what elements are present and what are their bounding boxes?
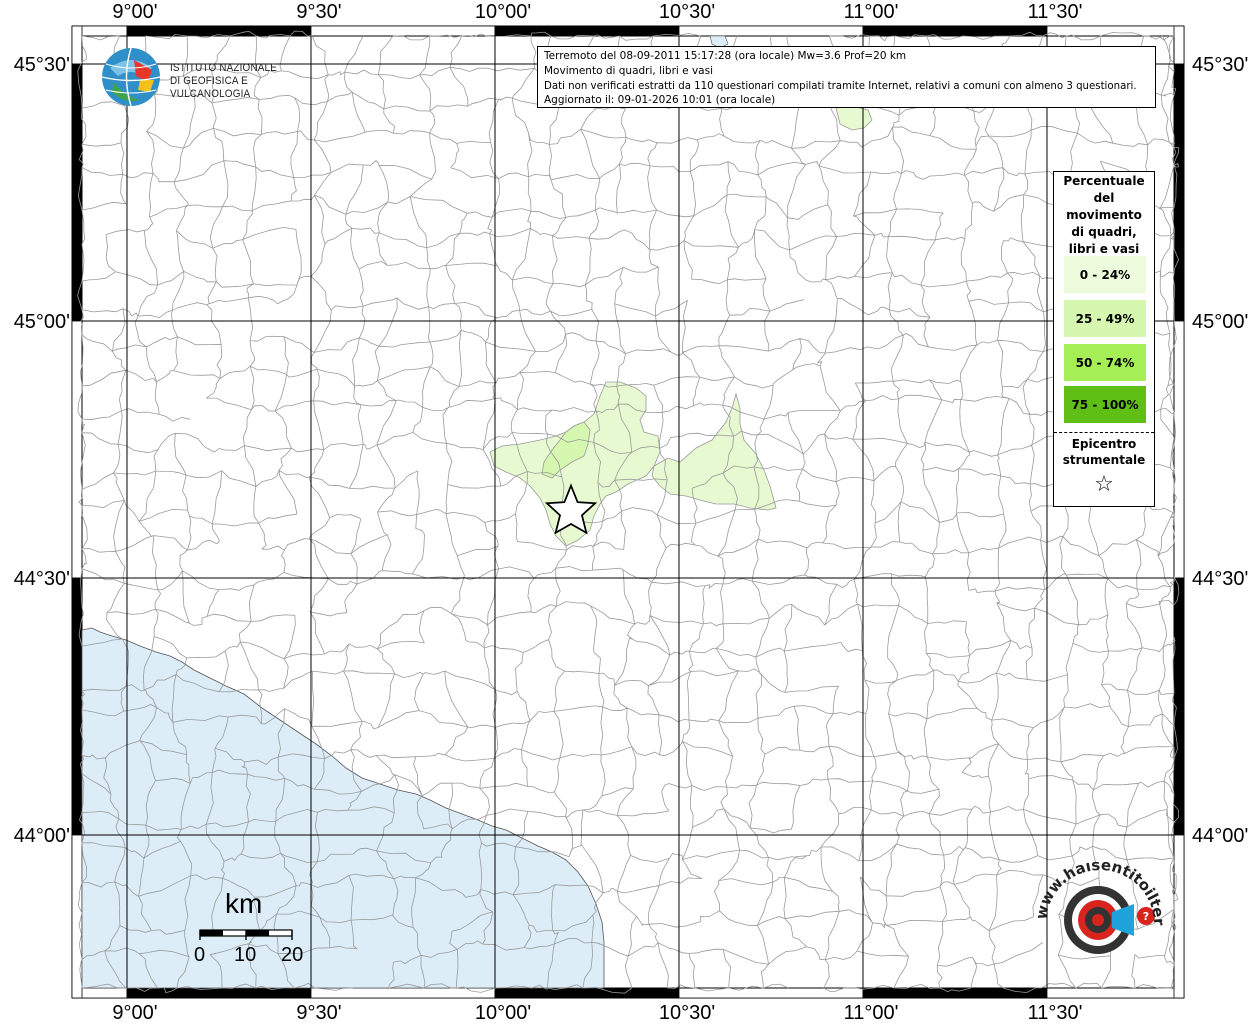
frame-bar-segment	[494, 25, 680, 37]
legend-star-icon: ☆	[1094, 472, 1114, 497]
bottom-lon-label: 10°00'	[475, 1002, 531, 1024]
frame-bar-segment	[1173, 320, 1185, 579]
legend-title-line: di quadri,	[1071, 225, 1137, 239]
top-lon-label: 11°00'	[844, 1, 899, 23]
frame-bar-segment	[1046, 25, 1185, 37]
frame-bar-segment	[1173, 25, 1185, 65]
frame-bar-segment	[71, 25, 83, 65]
frame-bar-segment	[71, 577, 83, 836]
top-lon-label: 10°00'	[475, 1, 531, 23]
bottom-lon-label: 11°00'	[844, 1002, 899, 1024]
ingv-logo-line: DI GEOFISICA E VULCANOLOGIA	[170, 75, 251, 100]
event-info-line: Aggiornato il: 09-01-2026 10:01 (ora loc…	[544, 94, 776, 106]
legend-item-25-49: 25 - 49%	[1064, 300, 1146, 337]
legend-separator	[1054, 432, 1154, 433]
legend-item-0-24: 0 - 24%	[1064, 256, 1146, 293]
legend-epicenter-label: Epicentro strumentale	[1054, 436, 1154, 468]
bottom-lon-label: 9°00'	[112, 1002, 157, 1024]
legend-epicenter-line: Epicentro	[1071, 437, 1137, 451]
scalebar-tick: 0	[194, 944, 206, 966]
ingv-logo-text: ISTITUTO NAZIONALE DI GEOFISICA E VULCAN…	[170, 62, 301, 101]
right-lat-label: 44°30'	[1192, 568, 1248, 590]
frame-bar-segment	[71, 63, 83, 322]
scalebar-tick: 10	[234, 944, 257, 966]
event-info-box: Terremoto del 08-09-2011 15:17:28 (ora l…	[537, 46, 1156, 108]
svg-text:?: ?	[1143, 910, 1149, 923]
right-lat-label: 45°00'	[1192, 311, 1248, 333]
frame-bar-segment	[1173, 63, 1185, 322]
left-lat-label: 45°30'	[14, 54, 70, 76]
legend-title-line: movimento	[1066, 208, 1142, 222]
left-lat-label: 44°30'	[14, 568, 70, 590]
event-info-line: Terremoto del 08-09-2011 15:17:28 (ora l…	[544, 50, 907, 62]
top-lon-label: 9°00'	[112, 1, 157, 23]
bottom-lon-label: 10°30'	[659, 1002, 715, 1024]
legend-item-50-74: 50 - 74%	[1064, 344, 1146, 381]
legend: Percentuale del movimento di quadri, lib…	[1053, 171, 1155, 507]
right-lat-label: 45°30'	[1192, 54, 1248, 76]
frame-bar-segment	[862, 25, 1048, 37]
right-lat-label: 44°00'	[1192, 825, 1248, 847]
left-lat-label: 45°00'	[14, 311, 70, 333]
top-lon-label: 11°30'	[1028, 1, 1083, 23]
hsi-logo: ? www.haisentitoilterremoto.it	[1022, 848, 1180, 982]
globe-icon	[101, 47, 161, 107]
frame-bar-segment	[71, 320, 83, 579]
ingv-logo-line: ISTITUTO NAZIONALE	[170, 62, 278, 74]
bottom-lon-label: 11°30'	[1028, 1002, 1083, 1024]
top-lon-label: 10°30'	[659, 1, 715, 23]
legend-title-line: del	[1093, 191, 1115, 205]
scalebar	[199, 929, 293, 940]
frame-bar-segment	[310, 25, 496, 37]
legend-epicenter-line: strumentale	[1062, 453, 1146, 467]
frame-bar-segment	[1046, 987, 1185, 999]
scalebar-tick: 20	[281, 944, 304, 966]
bottom-lon-label: 9°30'	[296, 1002, 341, 1024]
frame-bar-segment	[862, 987, 1048, 999]
ingv-logo: ISTITUTO NAZIONALE DI GEOFISICA E VULCAN…	[100, 46, 315, 108]
map-body	[77, 30, 1180, 994]
frame-bar-segment	[126, 987, 312, 999]
scalebar-unit: km	[225, 888, 263, 919]
left-lat-label: 44°00'	[14, 825, 70, 847]
legend-title-line: Percentuale	[1063, 174, 1145, 188]
top-lon-label: 9°30'	[296, 1, 341, 23]
frame-bar-segment	[494, 987, 680, 999]
event-info-line: Movimento di quadri, libri e vasi	[544, 65, 713, 77]
event-info-line: Dati non verificati estratti da 110 ques…	[544, 81, 1137, 92]
legend-item-75-100: 75 - 100%	[1064, 386, 1146, 423]
frame-bar-segment	[678, 987, 864, 999]
target-icon: ? www.haisentitoilterremoto.it	[1022, 848, 1168, 954]
frame-bar-segment	[678, 25, 864, 37]
legend-title: Percentuale del movimento di quadri, lib…	[1054, 173, 1154, 258]
